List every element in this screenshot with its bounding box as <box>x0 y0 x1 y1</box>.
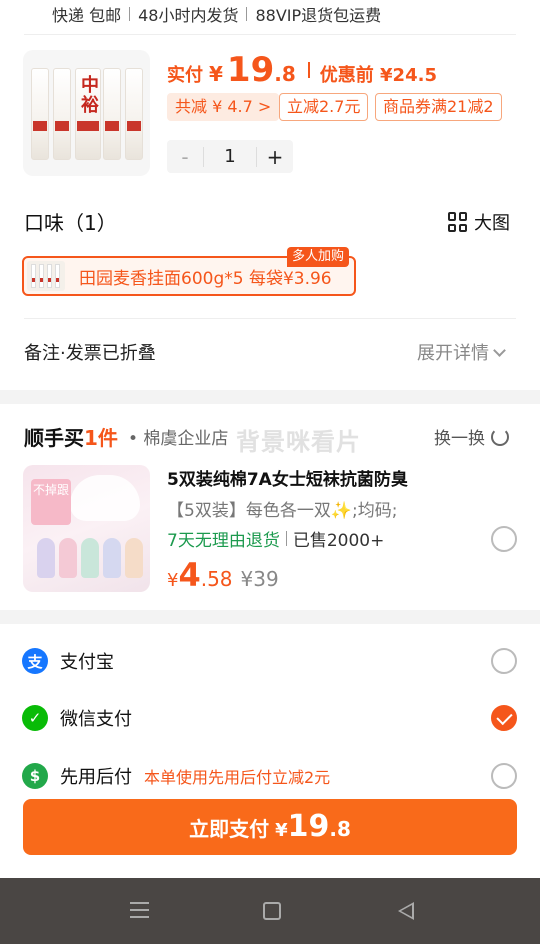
quantity-stepper: - 1 + <box>167 140 293 173</box>
big-picture-label: 大图 <box>474 213 510 234</box>
price-decimal: .8 <box>329 817 351 841</box>
paid-label: 实付 <box>167 65 203 86</box>
foot-image <box>70 475 140 521</box>
addon-price: ¥ 4 .58 ¥39 <box>167 556 279 594</box>
addon-count: 1件 <box>84 426 118 450</box>
sock <box>125 538 143 578</box>
total-discount-tag[interactable]: 共减 ¥ 4.7 > <box>167 93 280 121</box>
product-thumbnail[interactable]: 中裕 <box>23 50 150 176</box>
divider <box>246 7 248 21</box>
price-decimal: .58 <box>200 567 233 591</box>
increase-button[interactable]: + <box>257 145 293 169</box>
divider <box>129 7 131 21</box>
back-icon[interactable] <box>398 902 414 920</box>
sock <box>37 538 55 578</box>
decrease-button[interactable]: - <box>167 145 203 169</box>
swap-label: 换一换 <box>434 429 485 449</box>
pay-later-note: 本单使用先用后付立减2元 <box>144 768 331 787</box>
pre-discount-price: 优惠前 ¥24.5 <box>319 65 437 86</box>
noodle-pack <box>103 68 121 160</box>
original-price: ¥39 <box>240 567 279 591</box>
pay-button-label: 立即支付 <box>189 817 270 841</box>
image-label: 不掉跟 <box>31 479 71 525</box>
addon-product-spec: 【5双装】每色各一双✨;均码; <box>167 501 398 521</box>
payment-name: 微信支付 <box>60 709 132 730</box>
system-nav-bar <box>0 878 540 944</box>
payment-name: 支付宝 <box>60 652 114 673</box>
expand-label: 展开详情 <box>417 343 489 364</box>
sock <box>103 538 121 578</box>
payment-option-alipay[interactable]: 支 支付宝 <box>22 648 114 674</box>
shop-name[interactable]: • 棉虞企业店 <box>128 424 228 449</box>
alipay-icon: 支 <box>22 648 48 674</box>
vip-return-text: 88VIP退货包运费 <box>255 6 382 25</box>
pay-now-button[interactable]: 立即支付 ¥ 19 .8 <box>23 799 517 855</box>
price-integer: 19 <box>287 809 330 844</box>
flavor-title: 口味（1） <box>24 211 117 235</box>
addon-card: 顺手买1件 • 棉虞企业店 背景咪看片 换一换 不掉跟 5双装纯棉7A女士短袜抗… <box>0 404 540 610</box>
price-integer: 19 <box>226 50 275 90</box>
expand-details-button[interactable]: 展开详情 <box>417 339 506 365</box>
divider <box>307 62 310 78</box>
currency-symbol: ¥ <box>209 62 223 86</box>
brand-logo: 中裕 <box>81 75 99 116</box>
payment-card: 支 支付宝 ✓ 微信支付 $ 先用后付 本单使用先用后付立减2元 立即支付 ¥ … <box>0 624 540 878</box>
express-text: 快递 包邮 <box>52 6 122 25</box>
divider <box>24 318 516 319</box>
wechat-radio[interactable] <box>491 705 517 731</box>
instant-discount-tag: 立减2.7元 <box>279 93 369 121</box>
option-thumbnail <box>27 261 65 291</box>
popular-badge: 多人加购 <box>287 247 350 267</box>
sock <box>59 538 77 578</box>
pay-later-icon: $ <box>22 763 48 789</box>
swap-button[interactable]: 换一换 <box>434 424 509 449</box>
home-icon[interactable] <box>263 902 281 920</box>
chevron-down-icon <box>493 343 506 357</box>
addon-product-image[interactable]: 不掉跟 <box>23 465 150 592</box>
grid-icon <box>448 212 468 232</box>
currency-symbol: ¥ <box>167 570 179 591</box>
divider <box>285 531 287 546</box>
addon-select-radio[interactable] <box>491 526 517 552</box>
order-card: 快递 包邮 48小时内发货 88VIP退货包运费 中裕 实付 ¥ 19 .8 优… <box>0 0 540 390</box>
sold-count: 已售2000+ <box>292 531 385 551</box>
quantity-value[interactable]: 1 <box>203 146 257 167</box>
noodle-pack <box>125 68 143 160</box>
addon-title: 顺手买1件 <box>24 422 118 451</box>
return-policy: 7天无理由退货 <box>167 531 280 551</box>
pay-later-radio[interactable] <box>491 763 517 789</box>
noodle-pack <box>53 68 71 160</box>
payment-name: 先用后付 <box>60 767 132 788</box>
watermark: 背景咪看片 <box>236 428 361 456</box>
coupon-tag: 商品券满21减2 <box>375 93 502 121</box>
wechat-pay-icon: ✓ <box>22 705 48 731</box>
refresh-icon <box>491 427 509 446</box>
addon-service-row: 7天无理由退货 已售2000+ <box>167 526 384 551</box>
payment-option-wechat[interactable]: ✓ 微信支付 <box>22 705 132 731</box>
noodle-pack <box>31 68 49 160</box>
divider <box>24 34 516 35</box>
dispatch-text: 48小时内发货 <box>138 6 239 25</box>
price-row: 实付 ¥ 19 .8 优惠前 ¥24.5 <box>167 50 437 90</box>
remark-invoice-label: 备注·发票已折叠 <box>24 343 156 364</box>
shipping-info: 快递 包邮 48小时内发货 88VIP退货包运费 <box>0 0 540 28</box>
big-picture-toggle[interactable]: 大图 <box>448 209 510 235</box>
currency-symbol: ¥ <box>275 820 288 841</box>
sock <box>81 538 99 578</box>
option-label: 田园麦香挂面600g*5 每袋¥3.96 <box>79 268 332 289</box>
price-integer: 4 <box>178 556 201 594</box>
payment-option-pay-later[interactable]: $ 先用后付 本单使用先用后付立减2元 <box>22 763 330 789</box>
addon-title-text: 顺手买 <box>24 426 84 450</box>
menu-icon[interactable] <box>130 902 149 919</box>
price-decimal: .8 <box>274 62 296 86</box>
alipay-radio[interactable] <box>491 648 517 674</box>
addon-product-title[interactable]: 5双装纯棉7A女士短袜抗菌防臭 <box>167 465 408 490</box>
